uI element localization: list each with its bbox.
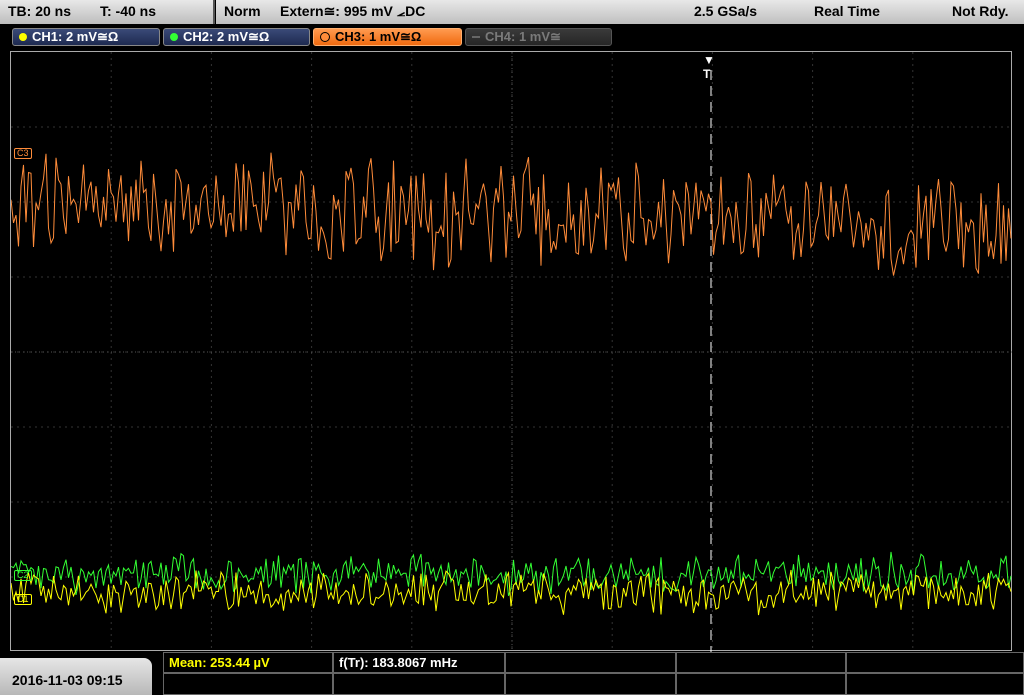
trigger-mode: Norm (224, 3, 261, 19)
acquisition-mode: Real Time (814, 3, 880, 19)
ch3-label: CH3: 1 mV≅Ω (335, 29, 422, 44)
tab-ch4[interactable]: CH4: 1 mV≅ (465, 28, 612, 46)
measurement-panel[interactable]: Mean: 253.44 µV f(Tr): 183.8067 mHz (163, 652, 1024, 695)
graticule (11, 52, 1013, 652)
ch4-color-dot (472, 36, 480, 38)
timebase-box[interactable]: TB: 20 ns T: -40 ns (0, 0, 215, 24)
sample-rate: 2.5 GSa/s (694, 3, 758, 19)
run-state: Not Rdy. (952, 3, 1009, 19)
ch4-label: CH4: 1 mV≅ (485, 29, 561, 44)
datetime-box[interactable]: 2016-11-03 09:15 (0, 658, 152, 695)
frequency-measurement: f(Tr): 183.8067 mHz (333, 652, 505, 673)
ch2-label: CH2: 2 mV≅Ω (183, 29, 270, 44)
measurement-slot-6 (163, 673, 333, 695)
trigger-position: T: -40 ns (100, 3, 157, 19)
measurement-slot-3 (505, 652, 676, 673)
ch1-label: CH1: 2 mV≅Ω (32, 29, 119, 44)
ch1-offset-marker[interactable]: C1 (14, 594, 32, 605)
ch2-offset-marker[interactable]: C2 (14, 570, 32, 581)
waveform-display[interactable]: C3 C2 C1 ▼ T (10, 51, 1013, 652)
acquisition-status[interactable]: Norm Extern≅: 995 mV ⦟DC 2.5 GSa/s Real … (216, 0, 1024, 24)
tab-ch3[interactable]: CH3: 1 mV≅Ω (313, 28, 462, 46)
bottom-bar: 2016-11-03 09:15 Mean: 253.44 µV f(Tr): … (0, 652, 1024, 695)
trigger-marker[interactable]: ▼ T (703, 53, 715, 81)
trigger-source: Extern≅: 995 mV ⦟DC (280, 3, 426, 19)
ch2-color-dot (170, 33, 178, 41)
status-bar: TB: 20 ns T: -40 ns Norm Extern≅: 995 mV… (0, 0, 1024, 24)
measurement-slot-8 (505, 673, 676, 695)
channel-tabs: CH1: 2 mV≅Ω CH2: 2 mV≅Ω CH3: 1 mV≅Ω CH4:… (0, 25, 1024, 49)
measurement-slot-9 (676, 673, 846, 695)
measurement-slot-7 (333, 673, 505, 695)
mean-measurement: Mean: 253.44 µV (163, 652, 333, 673)
tab-ch1[interactable]: CH1: 2 mV≅Ω (12, 28, 160, 46)
measurement-slot-10 (846, 673, 1024, 695)
measurement-slot-5 (846, 652, 1024, 673)
ch3-offset-marker[interactable]: C3 (14, 148, 32, 159)
datetime: 2016-11-03 09:15 (12, 672, 123, 688)
timebase-value: TB: 20 ns (8, 3, 72, 19)
tab-ch2[interactable]: CH2: 2 mV≅Ω (163, 28, 310, 46)
measurement-slot-4 (676, 652, 846, 673)
ch1-color-dot (19, 33, 27, 41)
ch3-color-dot (320, 32, 330, 42)
ch3-trace (11, 152, 1012, 276)
